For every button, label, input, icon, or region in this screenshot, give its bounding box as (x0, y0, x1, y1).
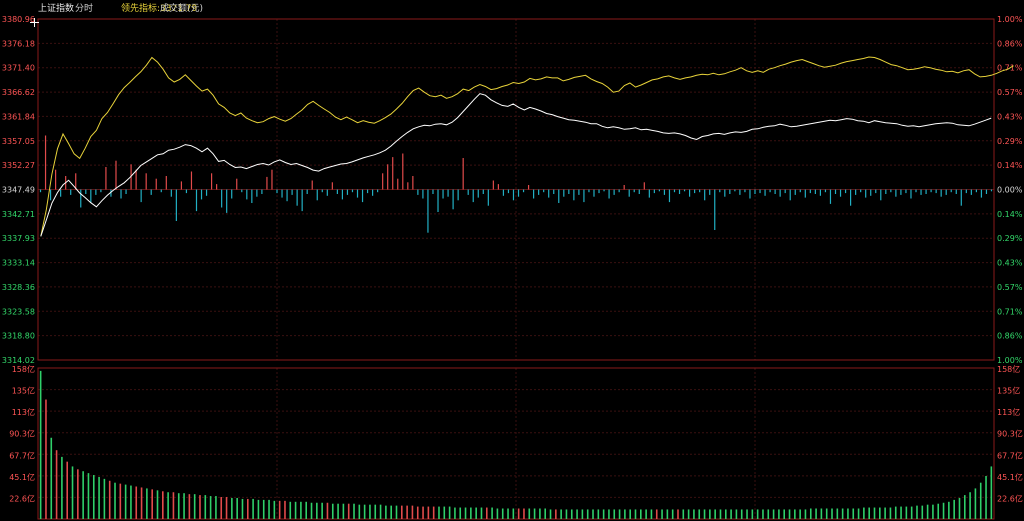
price-tick-label: 3371.40 (2, 64, 35, 73)
percent-tick-label: 0.14% (997, 210, 1023, 219)
index-name-label[interactable]: 上证指数 (38, 4, 74, 15)
volume-tick-label: 135亿 (997, 386, 1020, 396)
chart-mode-label[interactable]: 分时 (75, 4, 93, 15)
price-tick-label: 3342.71 (2, 210, 35, 219)
percent-tick-label: 0.71% (997, 307, 1023, 316)
percent-tick-label: 0.43% (997, 112, 1023, 121)
volume-tick-label: 22.6亿 (997, 493, 1023, 503)
leading-indicator-line (40, 56, 1014, 237)
price-tick-label: 3323.58 (2, 307, 35, 316)
price-tick-label: 3347.49 (2, 186, 35, 195)
crosshair-cursor-icon (30, 18, 39, 27)
volume-tick-label: 113亿 (997, 407, 1020, 417)
volume-tick-label: 67.7亿 (997, 450, 1023, 460)
volume-panel-label[interactable]: 成交额(元) (160, 4, 203, 15)
volume-tick-label: 158亿 (997, 364, 1020, 374)
price-tick-label: 3333.14 (2, 259, 35, 268)
percent-tick-label: 0.29% (997, 137, 1023, 146)
percent-tick-label: 0.43% (997, 259, 1023, 268)
volume-tick-label: 113亿 (12, 407, 35, 417)
volume-tick-label: 22.6亿 (9, 493, 35, 503)
price-tick-label: 3361.84 (2, 112, 35, 121)
price-tick-label: 3314.02 (2, 356, 35, 365)
percent-tick-label: 0.57% (997, 283, 1023, 292)
percent-tick-label: 1.00% (997, 356, 1023, 365)
leading-indicator-label: 领先指标: (121, 4, 161, 14)
price-tick-label: 3366.62 (2, 88, 35, 97)
percent-tick-label: 0.00% (997, 186, 1023, 195)
price-tick-label: 3352.27 (2, 161, 35, 170)
volume-tick-label: 45.1亿 (9, 472, 35, 482)
price-tick-label: 3376.18 (2, 39, 35, 48)
volume-tick-label: 90.3亿 (9, 429, 35, 439)
intraday-chart-window: 3380.96 1.00% 3376.18 0.86% 3371.40 0.71% 3366… (0, 0, 1024, 521)
percent-tick-label: 0.14% (997, 161, 1023, 170)
price-tick-label: 3328.36 (2, 283, 35, 292)
price-tick-label: 3357.05 (2, 137, 35, 146)
percent-tick-label: 1.00% (997, 15, 1023, 24)
volume-tick-label: 158亿 (12, 364, 35, 374)
percent-tick-label: 0.86% (997, 332, 1023, 341)
chart-canvas[interactable]: 3380.96 1.00%3376.18 0.86%3371.40 0.71%3366… (0, 0, 1024, 521)
price-tick-label: 3337.93 (2, 234, 35, 243)
percent-tick-label: 0.86% (997, 39, 1023, 48)
price-tick-label: 3318.80 (2, 332, 35, 341)
percent-tick-label: 0.29% (997, 234, 1023, 243)
volume-tick-label: 135亿 (12, 386, 35, 396)
volume-tick-label: 45.1亿 (997, 472, 1023, 482)
volume-tick-label: 90.3亿 (997, 429, 1023, 439)
percent-tick-label: 0.57% (997, 88, 1023, 97)
volume-tick-label: 67.7亿 (9, 450, 35, 460)
